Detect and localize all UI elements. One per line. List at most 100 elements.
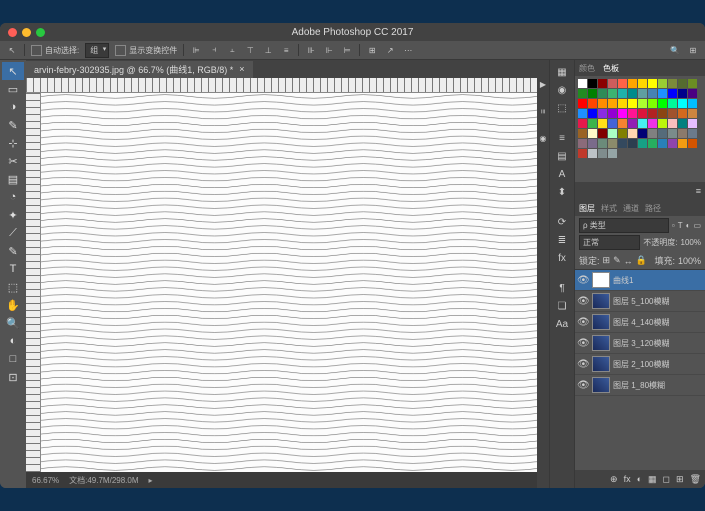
align-icon[interactable]: ⫞: [208, 44, 220, 56]
dist-icon[interactable]: ⊪: [305, 44, 317, 56]
tool-6[interactable]: ▤: [2, 170, 24, 188]
swatch[interactable]: [638, 139, 647, 148]
swatch[interactable]: [608, 99, 617, 108]
tool-13[interactable]: ✋: [2, 296, 24, 314]
swatch[interactable]: [638, 119, 647, 128]
tool-7[interactable]: ◔: [2, 188, 24, 206]
layer-action-icon[interactable]: ◐: [637, 474, 642, 484]
swatch[interactable]: [658, 119, 667, 128]
mode-icon[interactable]: ⊞: [366, 44, 378, 56]
vtab[interactable]: ≡: [539, 109, 548, 114]
visibility-icon[interactable]: 👁: [577, 359, 589, 370]
swatch[interactable]: [668, 139, 677, 148]
swatch[interactable]: [628, 109, 637, 118]
layer-row[interactable]: 👁图层 2_100模糊: [575, 354, 705, 375]
align-icon[interactable]: ≡: [280, 44, 292, 56]
layer-row[interactable]: 👁曲线1: [575, 270, 705, 291]
swatch[interactable]: [588, 79, 597, 88]
swatch[interactable]: [688, 139, 697, 148]
swatch[interactable]: [648, 89, 657, 98]
filter-icon[interactable]: ◐: [686, 221, 691, 230]
vtab[interactable]: ▶: [539, 80, 548, 89]
swatch[interactable]: [608, 129, 617, 138]
layer-action-icon[interactable]: ⊕: [610, 474, 618, 485]
lock-icon[interactable]: ⊞: [603, 255, 611, 266]
swatch[interactable]: [618, 129, 627, 138]
swatch[interactable]: [648, 129, 657, 138]
canvas[interactable]: [41, 93, 537, 472]
zoom-dot[interactable]: [36, 28, 45, 37]
layer-action-icon[interactable]: 🗑: [690, 474, 701, 485]
swatch[interactable]: [608, 139, 617, 148]
visibility-icon[interactable]: 👁: [577, 338, 589, 349]
collapsed-panel-icon[interactable]: Aa: [552, 316, 572, 332]
swatch[interactable]: [628, 129, 637, 138]
swatch[interactable]: [578, 109, 587, 118]
swatch[interactable]: [598, 139, 607, 148]
swatch[interactable]: [678, 79, 687, 88]
blend-mode-dropdown[interactable]: 正常: [579, 235, 640, 250]
search-icon[interactable]: 🔍: [669, 44, 681, 56]
layer-row[interactable]: 👁图层 1_80模糊: [575, 375, 705, 396]
dist-icon[interactable]: ⊩: [323, 44, 335, 56]
auto-select-dropdown[interactable]: 组: [85, 43, 109, 58]
swatch[interactable]: [668, 119, 677, 128]
swatch[interactable]: [688, 109, 697, 118]
swatch[interactable]: [648, 119, 657, 128]
mode-icon[interactable]: ↗: [384, 44, 396, 56]
swatch[interactable]: [578, 139, 587, 148]
filter-icon[interactable]: T: [678, 221, 683, 230]
swatch[interactable]: [628, 89, 637, 98]
swatch[interactable]: [648, 99, 657, 108]
tool-4[interactable]: ⊹: [2, 134, 24, 152]
opacity-value[interactable]: 100%: [681, 238, 701, 247]
swatch[interactable]: [678, 109, 687, 118]
collapsed-panel-icon[interactable]: ≣: [552, 232, 572, 248]
show-transform-checkbox[interactable]: 显示变换控件: [115, 45, 177, 56]
swatch[interactable]: [578, 119, 587, 128]
swatch[interactable]: [578, 79, 587, 88]
swatch[interactable]: [578, 99, 587, 108]
swatch[interactable]: [678, 119, 687, 128]
swatch[interactable]: [638, 99, 647, 108]
swatch[interactable]: [588, 149, 597, 158]
layer-row[interactable]: 👁图层 3_120模糊: [575, 333, 705, 354]
swatch[interactable]: [598, 99, 607, 108]
swatch[interactable]: [578, 149, 587, 158]
swatch[interactable]: [668, 109, 677, 118]
swatch[interactable]: [608, 79, 617, 88]
tool-14[interactable]: 🔍: [2, 314, 24, 332]
ruler-horizontal[interactable]: [26, 78, 537, 93]
collapsed-panel-icon[interactable]: ❏: [552, 298, 572, 314]
tool-1[interactable]: ▭: [2, 80, 24, 98]
collapsed-panel-icon[interactable]: ¶: [552, 280, 572, 296]
swatch[interactable]: [668, 89, 677, 98]
tool-8[interactable]: ✦: [2, 206, 24, 224]
swatch[interactable]: [618, 89, 627, 98]
align-icon[interactable]: ⊥: [262, 44, 274, 56]
close-tab-icon[interactable]: ×: [239, 64, 244, 74]
swatch[interactable]: [598, 109, 607, 118]
swatch[interactable]: [658, 89, 667, 98]
swatch[interactable]: [658, 99, 667, 108]
swatch[interactable]: [608, 119, 617, 128]
swatch[interactable]: [688, 99, 697, 108]
mode-icon[interactable]: ⋯: [402, 44, 414, 56]
tab-channels[interactable]: 通道: [623, 203, 639, 214]
ruler-vertical[interactable]: [26, 93, 41, 472]
minimize-dot[interactable]: [22, 28, 31, 37]
swatch[interactable]: [688, 79, 697, 88]
layer-action-icon[interactable]: ◻: [663, 474, 670, 485]
swatch[interactable]: [688, 129, 697, 138]
layer-row[interactable]: 👁图层 4_140模糊: [575, 312, 705, 333]
swatch[interactable]: [648, 109, 657, 118]
layer-action-icon[interactable]: fx: [624, 474, 631, 484]
layer-action-icon[interactable]: ⊞: [676, 474, 684, 485]
tool-15[interactable]: ◐: [2, 332, 24, 350]
swatch[interactable]: [598, 79, 607, 88]
visibility-icon[interactable]: 👁: [577, 275, 589, 286]
zoom-level[interactable]: 66.67%: [32, 476, 59, 485]
tool-11[interactable]: T: [2, 260, 24, 278]
swatch[interactable]: [628, 79, 637, 88]
filter-icon[interactable]: ▫: [672, 221, 675, 230]
